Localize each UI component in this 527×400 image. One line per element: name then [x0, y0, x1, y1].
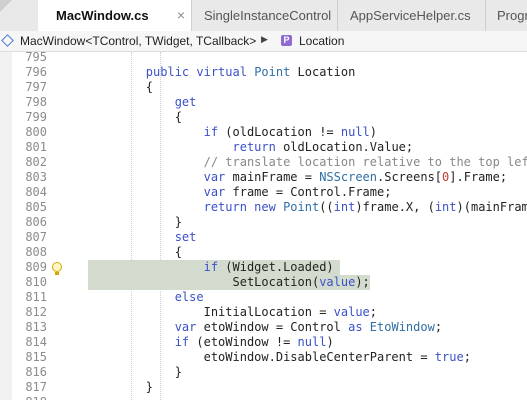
- code-line[interactable]: 818: [0, 395, 527, 400]
- breadcrumb-member[interactable]: Location: [299, 34, 344, 48]
- code-text[interactable]: get: [88, 95, 197, 110]
- code-line[interactable]: 810 SetLocation(value);: [0, 275, 527, 290]
- code-line[interactable]: 796 public virtual Point Location: [0, 65, 527, 80]
- line-number: 799: [25, 110, 47, 124]
- class-icon: [1, 34, 14, 47]
- code-text[interactable]: {: [88, 245, 182, 260]
- code-text[interactable]: SetLocation(value);: [88, 275, 369, 290]
- code-text[interactable]: // translate location relative to the to…: [88, 155, 527, 170]
- line-number: 811: [25, 290, 47, 304]
- tab-label: SingleInstanceControl: [204, 8, 332, 23]
- line-number: 809: [25, 260, 47, 274]
- code-text[interactable]: etoWindow.DisableCenterParent = true;: [88, 350, 471, 365]
- tab-label: MacWindow.cs: [56, 8, 149, 23]
- code-line[interactable]: 804 var frame = Control.Frame;: [0, 185, 527, 200]
- line-number: 807: [25, 230, 47, 244]
- line-number: 803: [25, 170, 47, 184]
- code-text[interactable]: var frame = Control.Frame;: [88, 185, 392, 200]
- line-number: 806: [25, 215, 47, 229]
- tab-overflow-corner: [0, 0, 12, 12]
- line-number: 817: [25, 380, 47, 394]
- line-number: 804: [25, 185, 47, 199]
- lightbulb-icon[interactable]: [52, 262, 62, 272]
- code-text[interactable]: return oldLocation.Value;: [88, 140, 414, 155]
- code-text[interactable]: public virtual Point Location: [88, 65, 356, 80]
- code-text[interactable]: return new Point((int)frame.X, (int)(mai…: [88, 200, 527, 215]
- code-text[interactable]: set: [88, 230, 197, 245]
- code-text[interactable]: var mainFrame = NSScreen.Screens[0].Fram…: [88, 170, 507, 185]
- code-line[interactable]: 814 if (etoWindow != null): [0, 335, 527, 350]
- code-text[interactable]: if (Widget.Loaded): [88, 260, 334, 275]
- code-line[interactable]: 798 get: [0, 95, 527, 110]
- tab-appservicehelper-cs[interactable]: AppServiceHelper.cs: [338, 0, 486, 31]
- code-text[interactable]: }: [88, 215, 182, 230]
- line-number: 808: [25, 245, 47, 259]
- line-number: 813: [25, 320, 47, 334]
- code-line[interactable]: 813 var etoWindow = Control as EtoWindow…: [0, 320, 527, 335]
- code-line[interactable]: 817 }: [0, 380, 527, 395]
- line-number: 795: [25, 52, 47, 64]
- line-number: 816: [25, 365, 47, 379]
- code-line[interactable]: 812 InitialLocation = value;: [0, 305, 527, 320]
- line-number: 815: [25, 350, 47, 364]
- line-number: 802: [25, 155, 47, 169]
- tab-label: Progr: [497, 8, 527, 23]
- line-number: 805: [25, 200, 47, 214]
- line-number: 800: [25, 125, 47, 139]
- code-line[interactable]: 815 etoWindow.DisableCenterParent = true…: [0, 350, 527, 365]
- code-line[interactable]: 801 return oldLocation.Value;: [0, 140, 527, 155]
- code-line[interactable]: 809 if (Widget.Loaded): [0, 260, 527, 275]
- tab-progr[interactable]: Progr: [486, 0, 527, 31]
- code-line[interactable]: 803 var mainFrame = NSScreen.Screens[0].…: [0, 170, 527, 185]
- tab-macwindow-cs[interactable]: MacWindow.cs ×: [38, 0, 192, 32]
- code-text[interactable]: {: [88, 110, 182, 125]
- line-number: 818: [0, 395, 47, 400]
- line-number: 797: [25, 80, 47, 94]
- line-number: 814: [25, 335, 47, 349]
- line-number: 810: [25, 275, 47, 289]
- line-number: 798: [25, 95, 47, 109]
- code-line[interactable]: 797 {: [0, 80, 527, 95]
- code-text[interactable]: if (etoWindow != null): [88, 335, 334, 350]
- line-number: 801: [25, 140, 47, 154]
- code-line[interactable]: 808 {: [0, 245, 527, 260]
- code-text[interactable]: else: [88, 290, 204, 305]
- code-text[interactable]: }: [88, 380, 153, 395]
- code-editor[interactable]: 795 796 public virtual Point Location 797 …: [0, 52, 527, 400]
- code-line[interactable]: 799 {: [0, 110, 527, 125]
- tab-singleinstancecontrol[interactable]: SingleInstanceControl: [192, 0, 338, 31]
- property-icon: P: [281, 35, 292, 46]
- code-line[interactable]: 802 // translate location relative to th…: [0, 155, 527, 170]
- tab-label: AppServiceHelper.cs: [350, 8, 471, 23]
- code-line[interactable]: 800 if (oldLocation != null): [0, 125, 527, 140]
- code-text[interactable]: if (oldLocation != null): [88, 125, 377, 140]
- breadcrumb-chevron-icon: ▶: [261, 34, 268, 44]
- code-text[interactable]: var etoWindow = Control as EtoWindow;: [88, 320, 442, 335]
- code-line[interactable]: 805 return new Point((int)frame.X, (int)…: [0, 200, 527, 215]
- code-line[interactable]: 807 set: [0, 230, 527, 245]
- breadcrumb-type[interactable]: MacWindow<TControl, TWidget, TCallback>: [20, 34, 256, 48]
- tab-bar: MacWindow.cs × SingleInstanceControl App…: [0, 0, 527, 32]
- code-text[interactable]: {: [88, 80, 153, 95]
- code-line[interactable]: 806 }: [0, 215, 527, 230]
- line-number: 812: [25, 305, 47, 319]
- code-line[interactable]: 795: [0, 52, 527, 65]
- code-line[interactable]: 811 else: [0, 290, 527, 305]
- line-number: 796: [25, 65, 47, 79]
- close-tab-icon[interactable]: ×: [177, 7, 185, 23]
- code-text[interactable]: InitialLocation = value;: [88, 305, 377, 320]
- code-text[interactable]: }: [88, 365, 182, 380]
- breadcrumb: MacWindow<TControl, TWidget, TCallback> …: [0, 31, 527, 52]
- code-line[interactable]: 816 }: [0, 365, 527, 380]
